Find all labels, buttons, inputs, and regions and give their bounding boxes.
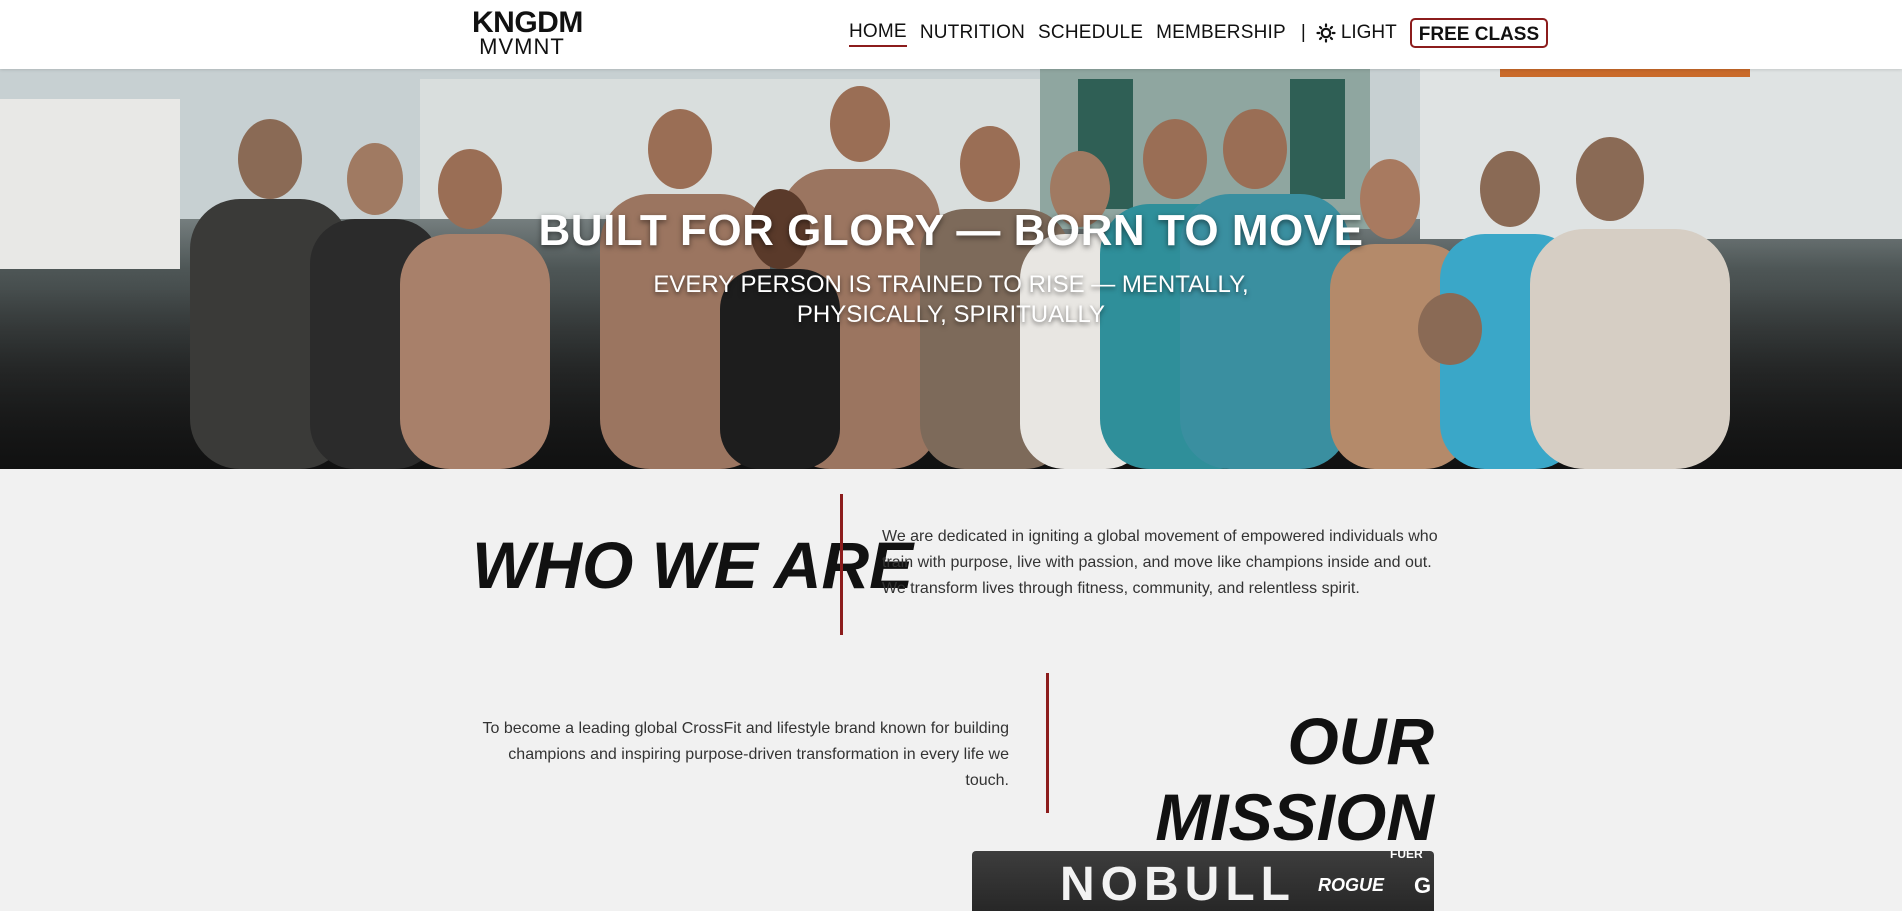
sun-icon	[1316, 23, 1336, 43]
logo-wordmark-bottom: MVMNT	[479, 34, 565, 59]
sponsor-banner-text: G	[1414, 873, 1432, 898]
hero-section: BUILT FOR GLORY — BORN TO MOVE EVERY PER…	[0, 69, 1902, 469]
gym-photo-card: FUER NOBULL ROGUE G	[972, 851, 1434, 911]
theme-label: LIGHT	[1340, 22, 1397, 43]
mission-heading: OUR MISSION	[1155, 704, 1434, 854]
nav-separator: |	[1300, 22, 1306, 43]
nav-nutrition[interactable]: NUTRITION	[920, 18, 1025, 48]
who-divider	[840, 494, 843, 635]
who-we-are-heading: WHO WE ARE	[472, 528, 914, 602]
site-header: KNGDM MVMNT HOME NUTRITION SCHEDULE MEMB…	[0, 0, 1902, 69]
nav-membership[interactable]: MEMBERSHIP	[1156, 18, 1286, 48]
mission-divider	[1046, 673, 1049, 813]
rogue-banner-text: ROGUE	[1318, 875, 1385, 895]
nav-schedule[interactable]: SCHEDULE	[1038, 18, 1143, 48]
site-logo[interactable]: KNGDM MVMNT	[472, 8, 583, 59]
hero-photo	[0, 69, 1902, 469]
free-class-button[interactable]: FREE CLASS	[1409, 18, 1549, 48]
hero-subtitle: EVERY PERSON IS TRAINED TO RISE — MENTAL…	[653, 271, 1249, 328]
main-nav: HOME NUTRITION SCHEDULE MEMBERSHIP | LIG…	[849, 18, 1549, 48]
hero-title: BUILT FOR GLORY — BORN TO MOVE	[538, 206, 1364, 255]
who-we-are-text: We are dedicated in igniting a global mo…	[882, 528, 1438, 597]
theme-toggle[interactable]: LIGHT	[1316, 22, 1397, 44]
nav-home[interactable]: HOME	[849, 19, 907, 47]
mission-text: To become a leading global CrossFit and …	[482, 720, 1009, 789]
sponsor-tag-text: FUER	[1390, 851, 1423, 861]
